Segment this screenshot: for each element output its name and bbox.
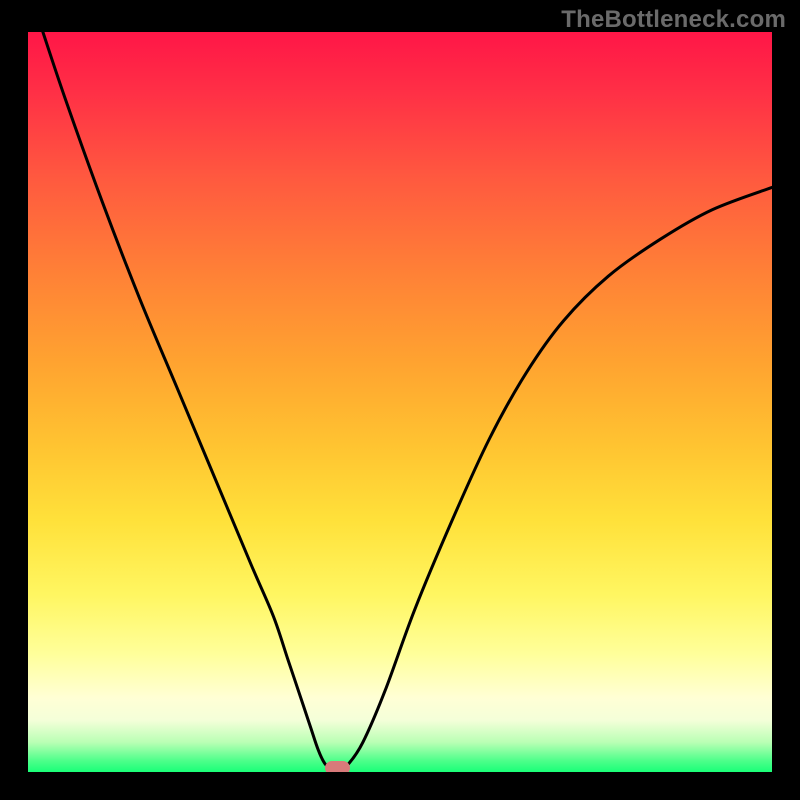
bottleneck-curve xyxy=(28,32,772,772)
chart-container: TheBottleneck.com xyxy=(0,0,800,800)
watermark: TheBottleneck.com xyxy=(561,6,786,34)
optimum-marker xyxy=(325,761,350,772)
plot-area xyxy=(28,32,772,772)
